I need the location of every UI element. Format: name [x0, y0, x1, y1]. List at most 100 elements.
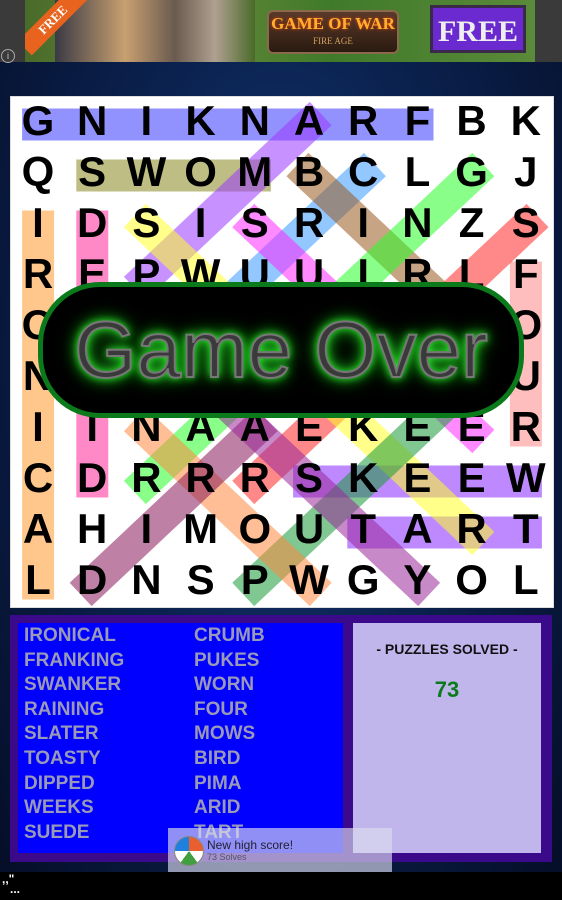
- grid-cell[interactable]: I: [174, 199, 228, 250]
- game-over-text: Game Over: [73, 304, 488, 395]
- grid-cell[interactable]: G: [336, 556, 390, 607]
- grid-cell[interactable]: M: [228, 148, 282, 199]
- grid-cell[interactable]: S: [499, 199, 553, 250]
- grid-cell[interactable]: I: [11, 199, 65, 250]
- word-list-item: FOUR: [194, 698, 248, 720]
- grid-cell[interactable]: R: [336, 97, 390, 148]
- grid-cell[interactable]: U: [282, 505, 336, 556]
- word-list-item: IRONICAL: [24, 625, 116, 646]
- word-list-item: PUKES: [194, 649, 260, 671]
- grid-cell[interactable]: D: [65, 556, 119, 607]
- more-icon: ...: [10, 882, 21, 896]
- beach-ball-icon: [174, 836, 204, 866]
- grid-cell[interactable]: S: [174, 556, 228, 607]
- grid-cell[interactable]: R: [445, 505, 499, 556]
- grid-cell[interactable]: I: [11, 403, 65, 454]
- grid-cell[interactable]: M: [174, 505, 228, 556]
- grid-cell[interactable]: R: [11, 250, 65, 301]
- game-over-banner: Game Over: [38, 282, 524, 418]
- grid-cell[interactable]: O: [445, 556, 499, 607]
- grid-cell[interactable]: A: [11, 505, 65, 556]
- puzzles-solved-box: - PUZZLES SOLVED - 73: [353, 623, 541, 853]
- grid-cell[interactable]: K: [336, 454, 390, 505]
- ad-logo-title: GAME OF WAR: [271, 14, 395, 33]
- grid-cell[interactable]: B: [282, 148, 336, 199]
- ad-logo-subtitle: FIRE AGE: [313, 36, 353, 46]
- word-list: IRONICAL FRANKING SWANKER RAINING SLATER TOAS…: [18, 623, 343, 853]
- grid-cell[interactable]: K: [499, 97, 553, 148]
- grid-cell[interactable]: O: [174, 148, 228, 199]
- puzzles-solved-count: 73: [434, 677, 460, 702]
- info-icon[interactable]: i: [1, 49, 15, 63]
- word-list-item: WEEKS: [24, 797, 94, 819]
- toast-title: New high score!: [207, 838, 294, 852]
- grid-cell[interactable]: E: [390, 454, 444, 505]
- grid-cell[interactable]: C: [336, 148, 390, 199]
- grid-cell[interactable]: D: [65, 454, 119, 505]
- grid-cell[interactable]: J: [499, 148, 553, 199]
- grid-cell[interactable]: S: [282, 454, 336, 505]
- grid-cell[interactable]: W: [282, 556, 336, 607]
- ad-characters-image: [55, 0, 255, 62]
- grid-cell[interactable]: S: [119, 199, 173, 250]
- grid-cell[interactable]: L: [390, 148, 444, 199]
- grid-cell[interactable]: I: [119, 97, 173, 148]
- grid-cell[interactable]: A: [390, 505, 444, 556]
- grid-cell[interactable]: K: [174, 97, 228, 148]
- word-list-item: WORN: [194, 674, 255, 696]
- grid-cell[interactable]: R: [499, 403, 553, 454]
- grid-cell[interactable]: N: [390, 199, 444, 250]
- word-list-item: FRANKING: [24, 649, 125, 671]
- grid-cell[interactable]: S: [228, 199, 282, 250]
- grid-cell[interactable]: G: [11, 97, 65, 148]
- grid-cell[interactable]: F: [499, 250, 553, 301]
- word-list-item: BIRD: [194, 748, 241, 769]
- grid-cell[interactable]: T: [336, 505, 390, 556]
- word-list-item: SUEDE: [24, 821, 90, 843]
- word-list-item: PIMA: [194, 772, 242, 794]
- ad-logo: GAME OF WAR FIRE AGE: [267, 10, 399, 54]
- grid-cell[interactable]: R: [282, 199, 336, 250]
- word-list-item: ARID: [194, 797, 241, 819]
- word-list-item: TOASTY: [24, 748, 101, 769]
- grid-cell[interactable]: R: [119, 454, 173, 505]
- grid-cell[interactable]: A: [282, 97, 336, 148]
- ad-bar: FREE GAME OF WAR FIRE AGE FREE i: [0, 0, 562, 63]
- grid-cell[interactable]: L: [499, 556, 553, 607]
- grid-cell[interactable]: R: [174, 454, 228, 505]
- status-bar: ,," ...: [0, 872, 562, 900]
- grid-cell[interactable]: C: [11, 454, 65, 505]
- grid-cell[interactable]: G: [445, 148, 499, 199]
- word-list-item: MOWS: [194, 723, 256, 745]
- grid-cell[interactable]: S: [65, 148, 119, 199]
- word-list-item: DIPPED: [24, 772, 95, 794]
- grid-cell[interactable]: N: [65, 97, 119, 148]
- ad-free-button[interactable]: FREE: [430, 5, 526, 53]
- grid-cell[interactable]: Y: [390, 556, 444, 607]
- grid-cell[interactable]: P: [228, 556, 282, 607]
- grid-cell[interactable]: T: [499, 505, 553, 556]
- grid-cell[interactable]: E: [445, 454, 499, 505]
- grid-cell[interactable]: Q: [11, 148, 65, 199]
- toast-subtitle: 73 Solves: [207, 852, 247, 862]
- grid-cell[interactable]: N: [119, 556, 173, 607]
- grid-cell[interactable]: D: [65, 199, 119, 250]
- grid-cell[interactable]: W: [119, 148, 173, 199]
- grid-cell[interactable]: W: [499, 454, 553, 505]
- grid-cell[interactable]: I: [336, 199, 390, 250]
- word-list-item: SWANKER: [24, 674, 122, 696]
- grid-cell[interactable]: R: [228, 454, 282, 505]
- grid-cell[interactable]: N: [228, 97, 282, 148]
- grid-cell[interactable]: B: [445, 97, 499, 148]
- bottom-panel: IRONICAL FRANKING SWANKER RAINING SLATER TOAS…: [10, 615, 552, 862]
- grid-cell[interactable]: O: [228, 505, 282, 556]
- grid-cell[interactable]: F: [390, 97, 444, 148]
- grid-cell[interactable]: L: [11, 556, 65, 607]
- grid-cell[interactable]: I: [119, 505, 173, 556]
- high-score-toast[interactable]: New high score! 73 Solves: [168, 828, 392, 872]
- word-list-item: CRUMB: [194, 625, 265, 646]
- grid-cell[interactable]: Z: [445, 199, 499, 250]
- puzzles-solved-label: - PUZZLES SOLVED -: [376, 641, 518, 657]
- grid-cell[interactable]: H: [65, 505, 119, 556]
- ad-banner[interactable]: FREE GAME OF WAR FIRE AGE FREE: [25, 0, 535, 62]
